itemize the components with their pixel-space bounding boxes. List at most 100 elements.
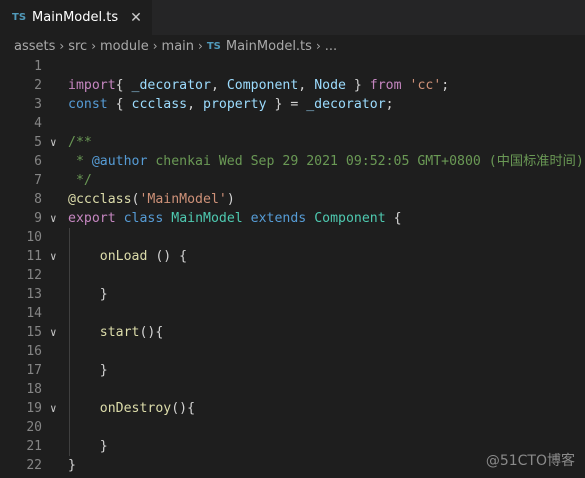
code-line[interactable]: 9 ∨ export class MainModel extends Compone… bbox=[0, 209, 585, 228]
code-token: * bbox=[68, 154, 92, 169]
code-token: ) bbox=[226, 192, 235, 207]
line-number: 12 bbox=[26, 268, 42, 283]
code-token: { bbox=[385, 211, 402, 226]
code-text: } bbox=[68, 285, 108, 304]
tab-bar: TS MainModel.ts ✕ bbox=[0, 0, 585, 35]
close-icon[interactable]: ✕ bbox=[130, 10, 142, 26]
line-number: 16 bbox=[26, 344, 42, 359]
fold-chevron-icon[interactable]: ∨ bbox=[50, 209, 62, 228]
code-token: MainModel bbox=[171, 211, 243, 226]
code-text: const { ccclass, property } = _decorator… bbox=[68, 95, 394, 114]
code-token: , bbox=[298, 78, 315, 93]
code-line[interactable]: 13 } bbox=[0, 285, 585, 304]
code-text: export class MainModel extends Component… bbox=[68, 209, 402, 228]
code-token: export bbox=[68, 211, 116, 226]
code-token: , bbox=[210, 78, 227, 93]
code-token: } = bbox=[266, 97, 307, 112]
code-line[interactable]: 19 ∨ onDestroy(){ bbox=[0, 399, 585, 418]
code-line[interactable]: 20 bbox=[0, 418, 585, 437]
code-line[interactable]: 2 import{ _decorator, Component, Node } f… bbox=[0, 76, 585, 95]
code-line[interactable]: 4 bbox=[0, 114, 585, 133]
line-number: 5 bbox=[34, 135, 42, 150]
fold-chevron-icon[interactable]: ∨ bbox=[50, 323, 62, 342]
code-line[interactable]: 10 bbox=[0, 228, 585, 247]
code-line[interactable]: 7 */ bbox=[0, 171, 585, 190]
line-number: 22 bbox=[26, 458, 42, 473]
code-line[interactable]: 5 ∨ /** bbox=[0, 133, 585, 152]
chevron-right-icon: › bbox=[152, 39, 158, 53]
breadcrumb-file[interactable]: MainModel.ts bbox=[226, 39, 312, 54]
code-line[interactable]: 12 bbox=[0, 266, 585, 285]
code-token: _decorator bbox=[306, 97, 386, 112]
code-line[interactable]: 8 @ccclass('MainModel') bbox=[0, 190, 585, 209]
code-line[interactable]: 18 bbox=[0, 380, 585, 399]
code-token: } bbox=[68, 439, 108, 454]
line-number: 6 bbox=[34, 154, 42, 169]
fold-chevron-icon[interactable]: ∨ bbox=[50, 399, 62, 418]
line-number: 14 bbox=[26, 306, 42, 321]
fold-chevron-icon[interactable]: ∨ bbox=[50, 247, 62, 266]
code-text: } bbox=[68, 437, 108, 456]
tab-mainmodel[interactable]: TS MainModel.ts ✕ bbox=[0, 0, 152, 35]
code-line[interactable]: 14 bbox=[0, 304, 585, 323]
code-token: property bbox=[203, 97, 267, 112]
breadcrumb-main[interactable]: main bbox=[162, 39, 194, 54]
breadcrumb-more[interactable]: ... bbox=[325, 39, 337, 54]
line-number: 4 bbox=[34, 116, 42, 131]
code-line[interactable]: 6 * @author chenkai Wed Sep 29 2021 09:5… bbox=[0, 152, 585, 171]
code-text: start(){ bbox=[68, 323, 164, 342]
chevron-right-icon: › bbox=[59, 39, 65, 53]
code-token: /** bbox=[68, 135, 92, 150]
code-text: * @author chenkai Wed Sep 29 2021 09:52:… bbox=[68, 152, 584, 171]
code-line[interactable]: 16 bbox=[0, 342, 585, 361]
code-line[interactable]: 3 const { ccclass, property } = _decorato… bbox=[0, 95, 585, 114]
code-editor[interactable]: 1 2 import{ _decorator, Component, Node } … bbox=[0, 57, 585, 478]
code-text: import{ _decorator, Component, Node } fr… bbox=[68, 76, 449, 95]
fold-chevron-icon[interactable]: ∨ bbox=[50, 133, 62, 152]
chevron-right-icon: › bbox=[315, 39, 321, 53]
code-token: Component bbox=[226, 78, 299, 93]
indent-guide bbox=[69, 228, 70, 456]
breadcrumb-module[interactable]: module bbox=[100, 39, 149, 54]
code-token: } bbox=[68, 363, 108, 378]
code-token: import bbox=[68, 78, 116, 93]
line-number: 9 bbox=[34, 211, 42, 226]
breadcrumb-assets[interactable]: assets bbox=[14, 39, 55, 54]
line-number: 2 bbox=[34, 78, 42, 93]
code-token: Component bbox=[314, 211, 386, 226]
code-token: start bbox=[99, 325, 140, 340]
code-line[interactable]: 17 } bbox=[0, 361, 585, 380]
code-token: } bbox=[345, 78, 370, 93]
code-token: ; bbox=[441, 78, 450, 93]
code-token: } bbox=[68, 287, 108, 302]
code-text: /** bbox=[68, 133, 92, 152]
code-token: Node bbox=[314, 78, 346, 93]
chevron-right-icon: › bbox=[91, 39, 96, 53]
code-token: @ccclass bbox=[68, 192, 132, 207]
watermark: @51CTO博客 bbox=[485, 453, 575, 469]
code-token: , bbox=[187, 97, 203, 112]
code-token: { bbox=[115, 78, 132, 93]
code-token: () { bbox=[147, 249, 188, 264]
code-token: ; bbox=[385, 97, 394, 112]
code-token: chenkai Wed Sep 29 2021 09:52:05 GMT+080… bbox=[147, 154, 584, 169]
code-token: class bbox=[123, 211, 164, 226]
code-token: */ bbox=[68, 173, 92, 188]
line-number: 17 bbox=[26, 363, 42, 378]
code-token: @author bbox=[91, 154, 148, 169]
code-line[interactable]: 15 ∨ start(){ bbox=[0, 323, 585, 342]
code-text: onLoad () { bbox=[68, 247, 187, 266]
code-line[interactable]: 11 ∨ onLoad () { bbox=[0, 247, 585, 266]
breadcrumb-src[interactable]: src bbox=[68, 39, 87, 54]
line-number: 18 bbox=[26, 382, 42, 397]
breadcrumb: assets › src › module › main › TS MainMo… bbox=[0, 35, 585, 57]
code-token: (){ bbox=[171, 401, 196, 416]
code-line[interactable]: 1 bbox=[0, 57, 585, 76]
